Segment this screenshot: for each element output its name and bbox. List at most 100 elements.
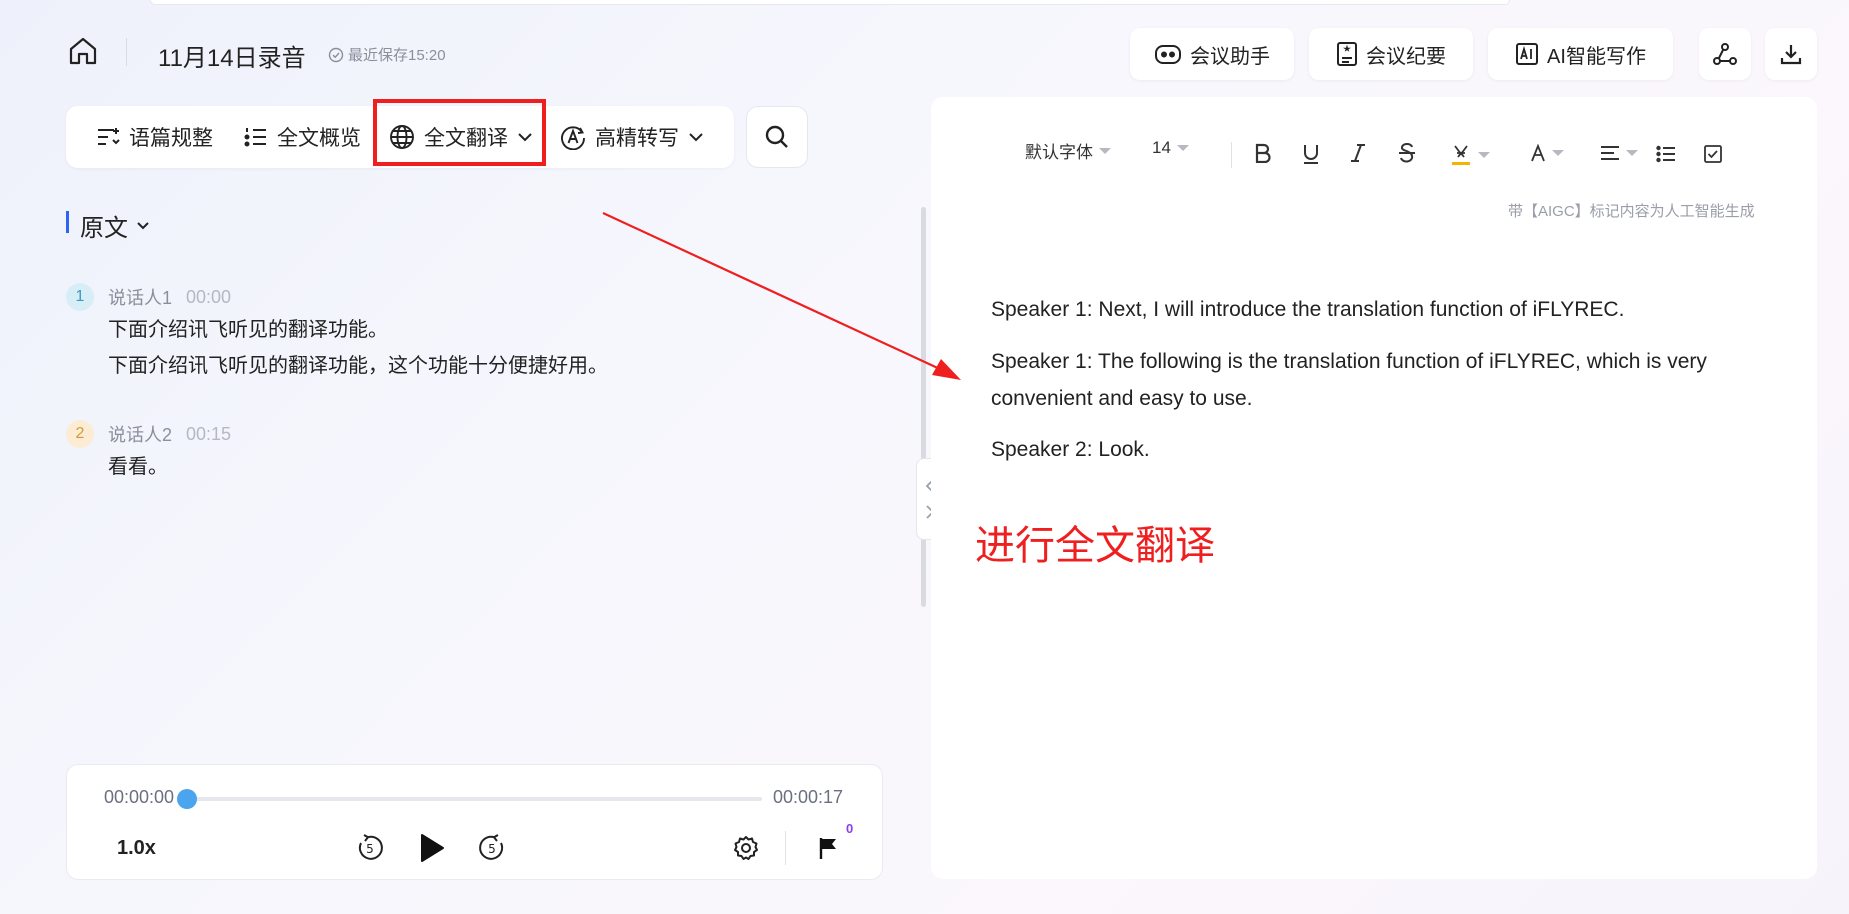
header-divider <box>126 38 127 66</box>
speaker-block: 1 说话人1 00:00 下面介绍讯飞听见的翻译功能。 下面介绍讯飞听见的翻译功… <box>66 282 608 385</box>
forward-5-icon: 5 <box>479 834 504 860</box>
check-circle-icon <box>328 47 344 62</box>
meeting-assistant-label: 会议助手 <box>1190 45 1270 68</box>
original-text-title: 原文 <box>80 215 128 242</box>
settings-button[interactable] <box>732 834 760 862</box>
chevron-down-icon <box>137 222 149 230</box>
share-icon <box>1713 43 1737 65</box>
font-color-icon <box>1531 144 1545 162</box>
audio-player: 00:00:00 00:00:17 1.0x 5 5 0 <box>66 764 883 880</box>
search-icon <box>765 125 788 148</box>
original-text-dropdown[interactable]: 原文 <box>80 208 150 243</box>
robot-icon <box>1155 45 1181 64</box>
underline-button[interactable] <box>1302 143 1320 165</box>
chevron-down-icon <box>518 133 532 142</box>
meeting-assistant-button[interactable]: 会议助手 <box>1130 28 1294 80</box>
ai-icon <box>1516 43 1539 65</box>
progress-knob[interactable] <box>177 789 197 809</box>
underline-icon <box>1304 145 1318 164</box>
home-button[interactable] <box>66 34 100 68</box>
caret-down-icon <box>1478 152 1490 158</box>
speaker-timestamp[interactable]: 00:15 <box>186 424 231 445</box>
current-time: 00:00:00 <box>104 787 175 807</box>
italic-icon <box>1351 144 1365 162</box>
full-translation-button[interactable]: 全文翻译 <box>389 106 533 168</box>
flag-icon <box>819 838 836 859</box>
player-divider <box>785 831 786 865</box>
strikethrough-icon <box>1399 143 1415 163</box>
font-color-button[interactable] <box>1530 144 1564 162</box>
translation-paragraph[interactable]: Speaker 1: Next, I will introduce the tr… <box>991 291 1781 328</box>
play-button[interactable] <box>417 832 447 864</box>
caret-down-icon <box>1626 150 1638 156</box>
checkbox-icon <box>1704 145 1722 163</box>
editor-toolbar-divider <box>1231 142 1232 168</box>
gear-icon <box>734 836 758 860</box>
checklist-button[interactable] <box>1704 145 1722 163</box>
speaker-timestamp[interactable]: 00:00 <box>186 287 231 308</box>
total-time: 00:00:17 <box>773 787 844 807</box>
aigc-notice: 带【AIGC】标记内容为人工智能生成 <box>1508 203 1755 220</box>
full-overview-button[interactable]: 全文概览 <box>244 106 361 168</box>
home-icon <box>69 37 97 65</box>
speaker-block: 2 说话人2 00:15 看看。 <box>66 419 231 486</box>
strikethrough-button[interactable] <box>1398 143 1416 163</box>
font-family-select[interactable]: 默认字体 <box>1025 138 1111 163</box>
meeting-minutes-button[interactable]: 会议纪要 <box>1309 28 1473 80</box>
speaker-name[interactable]: 说话人1 <box>108 284 172 310</box>
translation-paragraph[interactable]: Speaker 1: The following is the translat… <box>991 343 1781 417</box>
list-overview-icon <box>244 128 266 147</box>
font-family-value: 默认字体 <box>1025 143 1093 162</box>
bullet-list-icon <box>1656 145 1675 163</box>
speaker-name[interactable]: 说话人2 <box>108 421 172 447</box>
rewind-seconds: 5 <box>366 842 374 856</box>
playback-speed-button[interactable]: 1.0x <box>117 837 156 860</box>
high-precision-label: 高精转写 <box>595 127 679 150</box>
document-icon <box>1337 42 1357 66</box>
translation-paragraph[interactable]: Speaker 2: Look. <box>991 431 1781 468</box>
progress-track[interactable] <box>187 797 762 801</box>
caret-down-icon <box>1552 150 1564 156</box>
globe-icon <box>390 125 414 149</box>
top-strip <box>150 0 1510 5</box>
download-icon <box>1780 45 1802 65</box>
speaker-number: 1 <box>66 283 94 311</box>
ai-writing-button[interactable]: AI智能写作 <box>1488 28 1673 80</box>
section-accent-bar <box>66 211 69 233</box>
font-size-select[interactable]: 14 <box>1152 138 1189 158</box>
forward-seconds: 5 <box>488 842 496 856</box>
transcript-line[interactable]: 下面介绍讯飞听见的翻译功能。 <box>108 312 608 349</box>
rewind-5-button[interactable]: 5 <box>356 834 384 862</box>
bullet-list-button[interactable] <box>1656 145 1676 163</box>
forward-5-button[interactable]: 5 <box>478 834 506 862</box>
speaker-number: 2 <box>66 420 94 448</box>
italic-button[interactable] <box>1350 143 1366 163</box>
caret-down-icon <box>1099 147 1111 154</box>
text-format-icon <box>98 128 120 145</box>
highlight-color-button[interactable] <box>1450 144 1490 166</box>
transcript-line[interactable]: 看看。 <box>108 449 231 486</box>
transcript-line[interactable]: 下面介绍讯飞听见的翻译功能，这个功能十分便捷好用。 <box>108 348 608 385</box>
chevron-down-icon <box>689 133 703 142</box>
full-translation-label: 全文翻译 <box>424 127 508 150</box>
full-overview-label: 全文概览 <box>277 127 361 150</box>
rewind-5-icon: 5 <box>358 834 383 860</box>
align-button[interactable] <box>1600 145 1638 161</box>
font-size-value: 14 <box>1152 138 1171 157</box>
high-precision-button[interactable]: 高精转写 <box>560 106 704 168</box>
bold-button[interactable] <box>1254 143 1272 163</box>
download-button[interactable] <box>1765 28 1817 80</box>
precision-transcribe-icon <box>561 126 585 150</box>
save-status: 最近保存15:20 <box>328 44 446 65</box>
align-left-icon <box>1601 146 1619 160</box>
transcript-toolbar: 语篇规整 全文概览 全文翻译 高精转写 <box>66 106 734 168</box>
play-icon <box>421 834 444 862</box>
search-button[interactable] <box>746 106 808 168</box>
share-button[interactable] <box>1699 28 1751 80</box>
scrollbar[interactable] <box>921 207 926 607</box>
paragraph-regulation-button[interactable]: 语篇规整 <box>96 106 213 168</box>
flag-button[interactable] <box>815 835 841 861</box>
meeting-minutes-label: 会议纪要 <box>1366 45 1446 68</box>
flag-count-badge: 0 <box>846 821 854 836</box>
annotation-label: 进行全文翻译 <box>975 524 1215 568</box>
